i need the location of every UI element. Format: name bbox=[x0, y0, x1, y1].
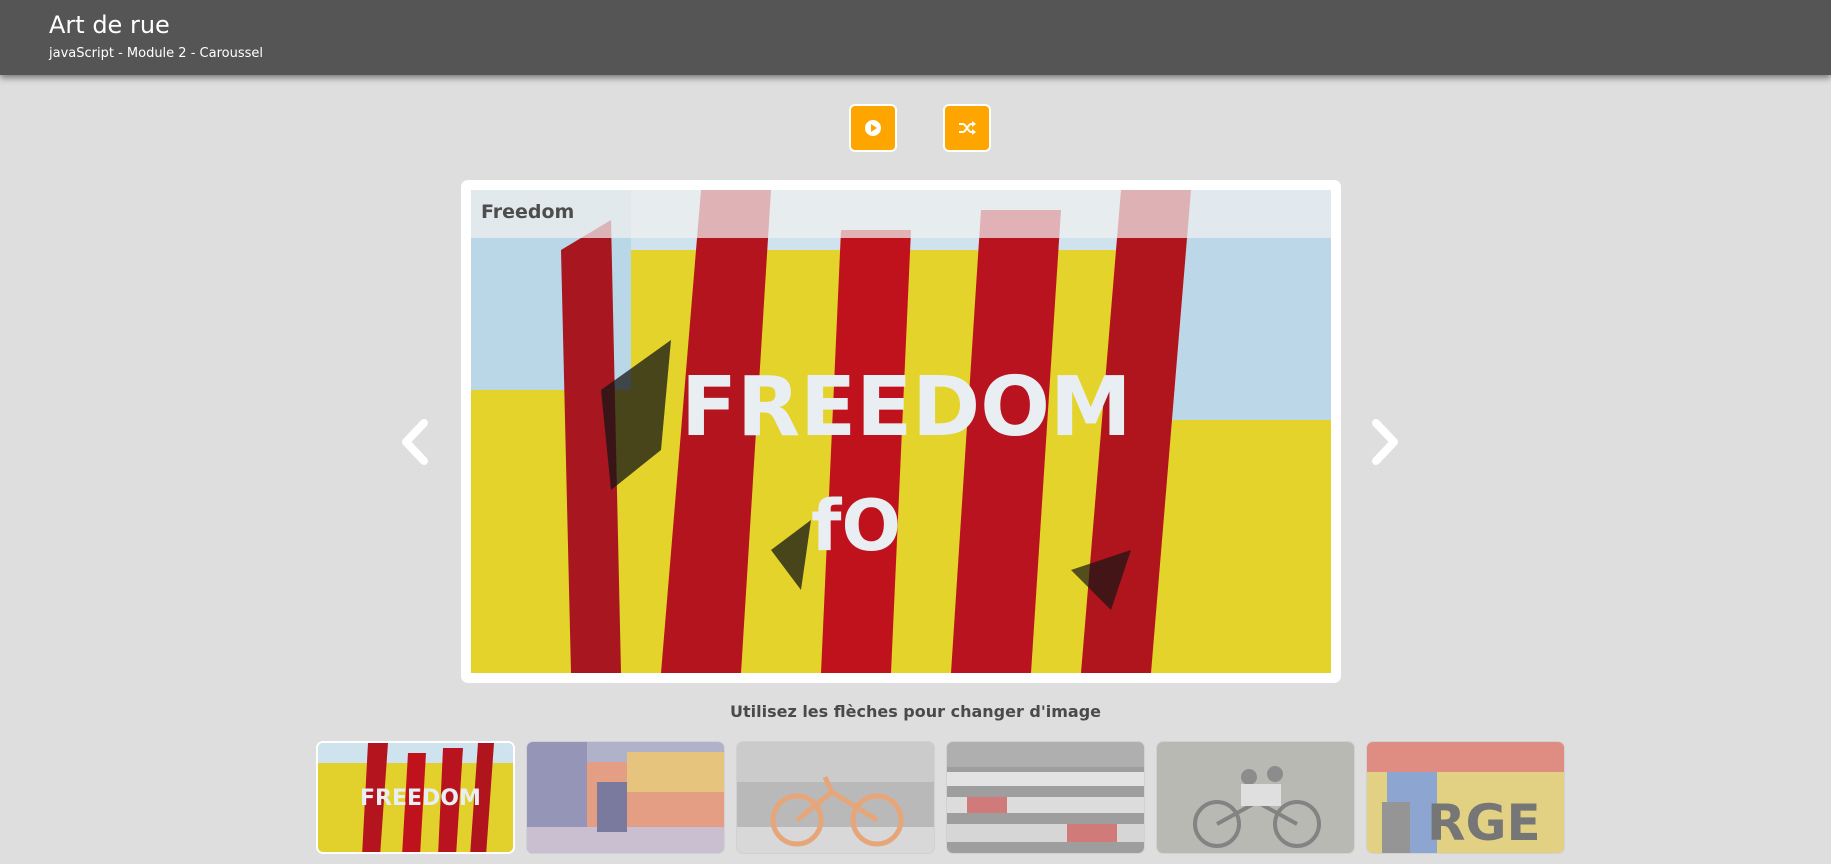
thumbnail-4[interactable] bbox=[946, 741, 1145, 854]
thumbnail-graffiti-lettering-image: RGE bbox=[1367, 742, 1564, 853]
slide-caption-bar: Freedom bbox=[471, 190, 1331, 238]
play-circle-icon bbox=[865, 120, 881, 136]
thumbnail-6[interactable]: RGE bbox=[1366, 741, 1565, 854]
thumbnail-1[interactable]: FREEDOM bbox=[316, 741, 515, 854]
thumbnail-children-bicycle-image bbox=[1157, 742, 1354, 853]
next-arrow-button[interactable] bbox=[1367, 414, 1403, 470]
slide-image: FREEDOM fO Freedom bbox=[471, 190, 1331, 673]
thumbnail-stairs-image bbox=[947, 742, 1144, 853]
thumbnail-alley-image bbox=[527, 742, 724, 853]
prev-arrow-button[interactable] bbox=[397, 414, 433, 470]
app-header: Art de rue javaScript - Module 2 - Carou… bbox=[0, 0, 1831, 75]
thumbnail-2[interactable] bbox=[526, 741, 725, 854]
svg-text:fO: fO bbox=[811, 485, 901, 567]
app-subtitle: javaScript - Module 2 - Caroussel bbox=[49, 46, 263, 61]
slide-caption: Freedom bbox=[481, 201, 575, 223]
shuffle-button[interactable] bbox=[943, 104, 991, 152]
app-title: Art de rue bbox=[49, 11, 170, 39]
freedom-graffiti-image: FREEDOM fO bbox=[471, 190, 1331, 673]
chevron-left-icon bbox=[402, 419, 428, 465]
thumbnail-5[interactable] bbox=[1156, 741, 1355, 854]
carousel-slide-frame: FREEDOM fO Freedom bbox=[461, 180, 1341, 683]
chevron-right-icon bbox=[1372, 419, 1398, 465]
thumbnail-bicycle-image bbox=[737, 742, 934, 853]
svg-text:FREEDOM: FREEDOM bbox=[360, 786, 481, 811]
svg-text:RGE: RGE bbox=[1427, 794, 1541, 852]
play-button[interactable] bbox=[849, 104, 897, 152]
shuffle-icon bbox=[959, 121, 976, 135]
instruction-text: Utilisez les flèches pour changer d'imag… bbox=[729, 702, 1102, 721]
slide-image-text: FREEDOM bbox=[681, 360, 1132, 455]
thumbnail-freedom-image: FREEDOM bbox=[318, 743, 513, 852]
thumbnail-3[interactable] bbox=[736, 741, 935, 854]
